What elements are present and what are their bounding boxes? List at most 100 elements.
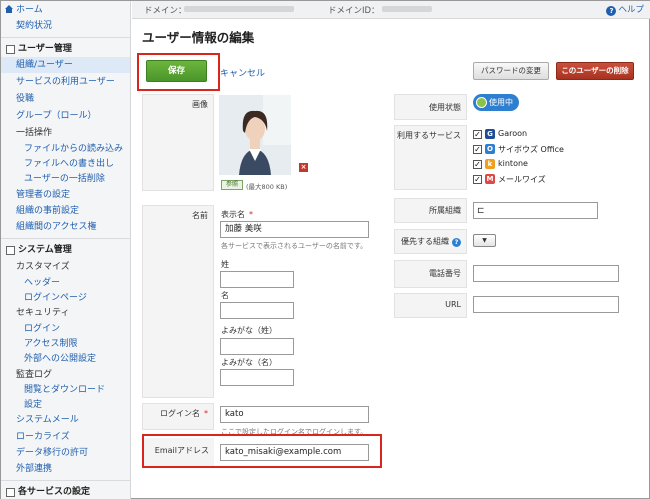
sidebar-item-label: 外部連携 bbox=[16, 464, 53, 474]
sidebar-item-label: ログインページ bbox=[24, 293, 87, 303]
dept-label: 所属組織 bbox=[429, 206, 461, 215]
change-password-button[interactable]: パスワードの変更 bbox=[473, 62, 549, 80]
sidebar-item-label: 一括操作 bbox=[16, 128, 53, 138]
help-icon: ? bbox=[606, 6, 617, 16]
sidebar-item-access-restriction[interactable]: アクセス制限 bbox=[1, 336, 130, 352]
section-label: システム管理 bbox=[18, 245, 72, 255]
url-input[interactable] bbox=[473, 296, 619, 313]
office-checkbox[interactable]: ✓ bbox=[473, 145, 482, 154]
delete-photo-icon[interactable]: × bbox=[299, 163, 308, 172]
section-label: 各サービスの設定 bbox=[18, 487, 91, 497]
sidebar-item-export[interactable]: ファイルへの書き出し bbox=[1, 156, 130, 172]
dept-input[interactable] bbox=[473, 202, 598, 219]
question-icon[interactable]: ? bbox=[452, 238, 461, 247]
top-bar: ドメイン： ドメインID： ? ヘルプ bbox=[132, 1, 650, 19]
sidebar-item-label: ホーム bbox=[16, 5, 43, 15]
garoon-checkbox[interactable]: ✓ bbox=[473, 130, 482, 139]
cancel-link[interactable]: キャンセル bbox=[220, 66, 265, 79]
sidebar-item-org-users[interactable]: 組織/ユーザー bbox=[1, 57, 130, 73]
sidebar-item-org-presets[interactable]: 組織の事前設定 bbox=[1, 203, 130, 219]
first-name-kana-input[interactable] bbox=[220, 369, 294, 386]
sidebar-item-label: カスタマイズ bbox=[16, 262, 70, 272]
org-tree-icon[interactable]: ⊏ bbox=[477, 206, 487, 216]
mailwise-checkbox[interactable]: ✓ bbox=[473, 175, 482, 184]
sidebar-item-label: 閲覧とダウンロード bbox=[24, 385, 106, 395]
help-link[interactable]: ? ヘルプ bbox=[606, 3, 644, 16]
service-name: メールワイズ bbox=[498, 175, 546, 184]
display-name-hint: 各サービスで表示されるユーザーの名前です。 bbox=[221, 242, 368, 250]
sidebar-item-service-users[interactable]: サービスの利用ユーザー bbox=[1, 74, 130, 90]
status-label: 使用状態 bbox=[429, 103, 461, 112]
status-toggle[interactable]: 使用中 bbox=[473, 94, 519, 111]
sidebar-item-label: セキュリティ bbox=[16, 308, 70, 318]
sidebar-item-org-access[interactable]: 組織間のアクセス権 bbox=[1, 219, 130, 235]
delete-user-button[interactable]: このユーザーの削除 bbox=[556, 62, 634, 80]
sidebar-item-label: ログイン bbox=[24, 324, 61, 334]
priority-label: 優先する組織? bbox=[401, 236, 461, 247]
name-label: 名前 bbox=[192, 211, 208, 220]
sidebar-item-admins[interactable]: 管理者の設定 bbox=[1, 187, 130, 203]
user-admin-icon bbox=[6, 45, 15, 54]
gear-icon bbox=[6, 246, 15, 255]
sidebar-item-label: データ移行の許可 bbox=[16, 448, 89, 458]
sidebar-item-label: サービスの利用ユーザー bbox=[16, 77, 115, 87]
sidebar-item-home[interactable]: ホーム bbox=[1, 2, 130, 18]
sidebar-item-external-publish[interactable]: 外部への公開設定 bbox=[1, 351, 130, 367]
save-button[interactable]: 保存 bbox=[146, 60, 207, 82]
garoon-icon: G bbox=[485, 129, 495, 139]
sidebar-item-import[interactable]: ファイルからの読み込み bbox=[1, 141, 130, 157]
email-label: Emailアドレス bbox=[154, 446, 209, 455]
section-user-admin: ユーザー管理 bbox=[1, 41, 130, 57]
login-label: ログイン名 * bbox=[160, 408, 208, 419]
sidebar-item-bulk-delete[interactable]: ユーザーの一括削除 bbox=[1, 171, 130, 187]
sidebar-item-login-page[interactable]: ログインページ bbox=[1, 290, 130, 306]
display-name-label: 表示名 * bbox=[221, 209, 253, 220]
domain-id-label: ドメインID： bbox=[328, 6, 380, 16]
login-label-text: ログイン名 bbox=[160, 409, 200, 418]
service-name: Garoon bbox=[498, 129, 528, 138]
sidebar-item-roles[interactable]: 役職 bbox=[1, 91, 130, 107]
phone-input[interactable] bbox=[473, 265, 619, 282]
image-label-cell: 画像 bbox=[142, 94, 214, 191]
dept-label-cell: 所属組織 bbox=[394, 198, 467, 223]
sidebar-item-contract[interactable]: 契約状況 bbox=[1, 18, 130, 34]
last-name-kana-input[interactable] bbox=[220, 338, 294, 355]
sidebar-item-label: ローカライズ bbox=[16, 432, 70, 442]
priority-label-text: 優先する組織 bbox=[401, 237, 449, 246]
first-name-input[interactable] bbox=[220, 302, 294, 319]
login-name-input[interactable]: kato bbox=[220, 406, 369, 423]
user-photo bbox=[219, 95, 291, 175]
sidebar-item-localize[interactable]: ローカライズ bbox=[1, 429, 130, 445]
sidebar-item-audit-log: 監査ログ bbox=[1, 367, 130, 383]
priority-dropdown[interactable]: ▼ bbox=[473, 234, 496, 247]
user-avatar-icon bbox=[219, 95, 291, 175]
sidebar-item-log-settings[interactable]: 設定 bbox=[1, 397, 130, 413]
sidebar-item-external-link[interactable]: 外部連携 bbox=[1, 461, 130, 477]
sidebar-item-data-migration[interactable]: データ移行の許可 bbox=[1, 445, 130, 461]
service-name: kintone bbox=[498, 159, 528, 168]
first-name-kana-label: よみがな（名） bbox=[221, 358, 277, 367]
sidebar-item-view-download[interactable]: 閲覧とダウンロード bbox=[1, 382, 130, 398]
sidebar-item-login[interactable]: ログイン bbox=[1, 321, 130, 337]
sidebar-item-label: アクセス制限 bbox=[24, 339, 78, 349]
email-input[interactable]: kato_misaki@example.com bbox=[220, 444, 369, 461]
sidebar-item-label: ヘッダー bbox=[24, 278, 61, 288]
sidebar: ホーム 契約状況 ユーザー管理 組織/ユーザー サービスの利用ユーザー 役職 グ… bbox=[1, 1, 131, 499]
sidebar-item-label: グループ（ロール） bbox=[16, 111, 97, 121]
domain-label: ドメイン： bbox=[144, 6, 187, 16]
browse-photo-button[interactable]: 参照 bbox=[221, 180, 243, 190]
sidebar-item-system-mail[interactable]: システムメール bbox=[1, 412, 130, 428]
last-name-input[interactable] bbox=[220, 271, 294, 288]
services-label: 利用するサービス bbox=[397, 131, 461, 140]
display-name-input[interactable]: 加藤 美咲 bbox=[220, 221, 369, 238]
email-label-cell: Emailアドレス bbox=[144, 438, 214, 466]
sidebar-item-label: 役職 bbox=[16, 94, 35, 104]
sidebar-item-label: 管理者の設定 bbox=[16, 190, 71, 200]
sidebar-item-header[interactable]: ヘッダー bbox=[1, 275, 130, 291]
sidebar-item-label: 設定 bbox=[24, 400, 43, 410]
kintone-checkbox[interactable]: ✓ bbox=[473, 160, 482, 169]
url-label-cell: URL bbox=[394, 293, 467, 318]
sidebar-item-groups[interactable]: グループ（ロール） bbox=[1, 108, 130, 124]
section-services-settings[interactable]: 各サービスの設定 bbox=[1, 484, 130, 499]
photo-size-hint: (最大800 KB) bbox=[246, 183, 288, 191]
